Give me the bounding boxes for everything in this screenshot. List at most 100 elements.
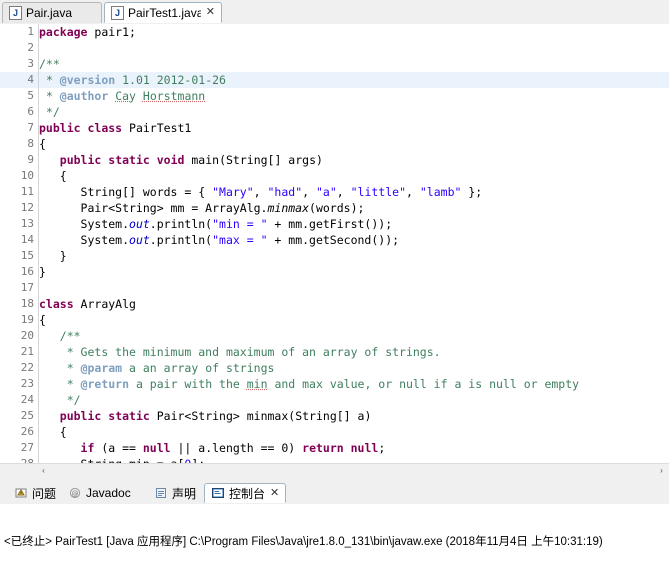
view-tab-declaration[interactable]: 声明 — [148, 483, 202, 503]
close-icon[interactable]: ✕ — [206, 7, 215, 18]
code-line[interactable]: package pair1; — [39, 24, 669, 40]
line-number-label: 10 — [20, 169, 34, 182]
line-number: 6 — [0, 104, 38, 120]
declaration-icon — [154, 486, 168, 500]
code-line-text: } — [39, 265, 46, 279]
code-line[interactable]: class ArrayAlg — [39, 296, 669, 312]
view-tab-problems[interactable]: 问题 — [8, 483, 62, 503]
code-line[interactable]: -{ — [39, 136, 669, 152]
code-line[interactable]: * Gets the minimum and maximum of an arr… — [39, 344, 669, 360]
line-number: 26 — [0, 424, 38, 440]
code-line-text: System.out.println("min = " + mm.getFirs… — [39, 217, 393, 231]
code-line-text: public static Pair<String> minmax(String… — [59, 409, 372, 423]
code-area[interactable]: package pair1; -/** * @version 1.01 2012-… — [39, 24, 669, 464]
code-line-text: { — [39, 169, 67, 183]
line-number-label: 24 — [20, 393, 34, 406]
editor-tab-bar: J Pair.java J PairTest1.java ✕ — [0, 0, 669, 25]
code-editor[interactable]: 1 2 3 4 5 6 7 8 9 10 11 12 13 14 15 16 17 18 19 20 21 22 23 24 2… — [0, 24, 669, 479]
code-line[interactable] — [39, 40, 669, 56]
view-tab-label: 声明 — [172, 486, 197, 501]
console-icon — [211, 486, 225, 500]
svg-text:@: @ — [72, 490, 79, 498]
code-line[interactable]: -/** — [39, 56, 669, 72]
code-line[interactable]: * @author Cay Horstmann — [39, 88, 669, 104]
line-number-label: 11 — [20, 185, 34, 198]
editor-tab-pair-java[interactable]: J Pair.java — [2, 2, 102, 23]
code-line-text: */ — [66, 393, 81, 407]
code-line-text: /** — [59, 329, 81, 343]
line-number-label: 14 — [20, 233, 34, 246]
line-number-label: 25 — [20, 409, 34, 422]
code-line[interactable]: System.out.println("min = " + mm.getFirs… — [39, 216, 669, 232]
line-number-label: 26 — [20, 425, 34, 438]
code-line[interactable]: */ — [39, 104, 669, 120]
line-number-label: 19 — [20, 313, 34, 326]
view-tab-label: 问题 — [32, 486, 57, 501]
line-number: 7 — [0, 120, 38, 136]
line-number-label: 1 — [27, 25, 34, 38]
code-line[interactable] — [39, 280, 669, 296]
code-line-text: Pair<String> mm = ArrayAlg.minmax(words)… — [39, 201, 365, 215]
console-output[interactable]: <已终止> PairTest1 [Java 应用程序] C:\Program F… — [0, 504, 669, 572]
line-number: 13 — [0, 216, 38, 232]
java-file-icon: J — [111, 5, 124, 20]
code-line[interactable]: public class PairTest1 — [39, 120, 669, 136]
editor-horizontal-scrollbar[interactable]: ‹ › — [0, 463, 669, 479]
code-line[interactable]: * @version 1.01 2012-01-26 — [39, 72, 669, 88]
eclipse-window: J Pair.java J PairTest1.java ✕ 123456789… — [0, 0, 669, 572]
line-number: 16 — [0, 264, 38, 280]
code-line-text: { — [39, 137, 46, 151]
line-number: 17 — [0, 280, 38, 296]
code-line-text: */ — [45, 105, 60, 119]
code-line[interactable]: - public static Pair<String> minmax(Stri… — [39, 408, 669, 424]
line-number-label: 17 — [20, 281, 34, 294]
code-line[interactable]: } — [39, 264, 669, 280]
code-line[interactable]: * @return a pair with the min and max va… — [39, 376, 669, 392]
line-number: 3 — [0, 56, 38, 72]
line-number-label: 4 — [27, 73, 34, 86]
line-number: 1 — [0, 24, 38, 40]
java-file-icon: J — [9, 6, 22, 20]
line-number: 22 — [0, 360, 38, 376]
code-line[interactable]: Pair<String> mm = ArrayAlg.minmax(words)… — [39, 200, 669, 216]
code-line-text: { — [39, 425, 67, 439]
view-tab-console[interactable]: 控制台 ✕ — [204, 483, 287, 503]
line-number: 19 — [0, 312, 38, 328]
code-line[interactable]: * @param a an array of strings — [39, 360, 669, 376]
line-number-label: 22 — [20, 361, 34, 374]
code-line[interactable]: String[] words = { "Mary", "had", "a", "… — [39, 184, 669, 200]
line-number-label: 3 — [27, 57, 34, 70]
line-number: 12 — [0, 200, 38, 216]
line-number-label: 23 — [20, 377, 34, 390]
code-line[interactable]: - /** — [39, 328, 669, 344]
line-number: 24 — [0, 392, 38, 408]
code-line-text: * @version 1.01 2012-01-26 — [45, 73, 226, 87]
code-line-text: * @param a an array of strings — [66, 361, 275, 375]
code-line-text: package pair1; — [39, 25, 136, 39]
code-line[interactable]: if (a == null || a.length == 0) return n… — [39, 440, 669, 456]
line-number: 25 — [0, 408, 38, 424]
line-number-label: 13 — [20, 217, 34, 230]
line-number: 14 — [0, 232, 38, 248]
code-line-text: public class PairTest1 — [39, 121, 192, 135]
view-tab-label: 控制台 — [229, 486, 266, 501]
code-line[interactable]: public static void main(String[] args) — [39, 152, 669, 168]
code-line[interactable]: System.out.println("max = " + mm.getSeco… — [39, 232, 669, 248]
line-number-label: 27 — [20, 441, 34, 454]
line-number-label: 6 — [27, 105, 34, 118]
view-tab-javadoc[interactable]: @ Javadoc — [62, 483, 137, 503]
editor-tab-pairtest1-java[interactable]: J PairTest1.java ✕ — [104, 2, 222, 23]
line-number: 21 — [0, 344, 38, 360]
line-number-label: 18 — [20, 297, 34, 310]
code-line[interactable]: - { — [39, 168, 669, 184]
code-line[interactable]: -{ — [39, 312, 669, 328]
code-line-text: class ArrayAlg — [39, 297, 136, 311]
line-number: 4 — [0, 72, 38, 88]
problems-icon — [14, 486, 28, 500]
scroll-left-icon[interactable]: ‹ — [36, 464, 51, 478]
close-icon[interactable]: ✕ — [270, 487, 279, 499]
scroll-right-icon[interactable]: › — [654, 464, 669, 478]
code-line[interactable]: { — [39, 424, 669, 440]
code-line[interactable]: } — [39, 248, 669, 264]
code-line[interactable]: */ — [39, 392, 669, 408]
